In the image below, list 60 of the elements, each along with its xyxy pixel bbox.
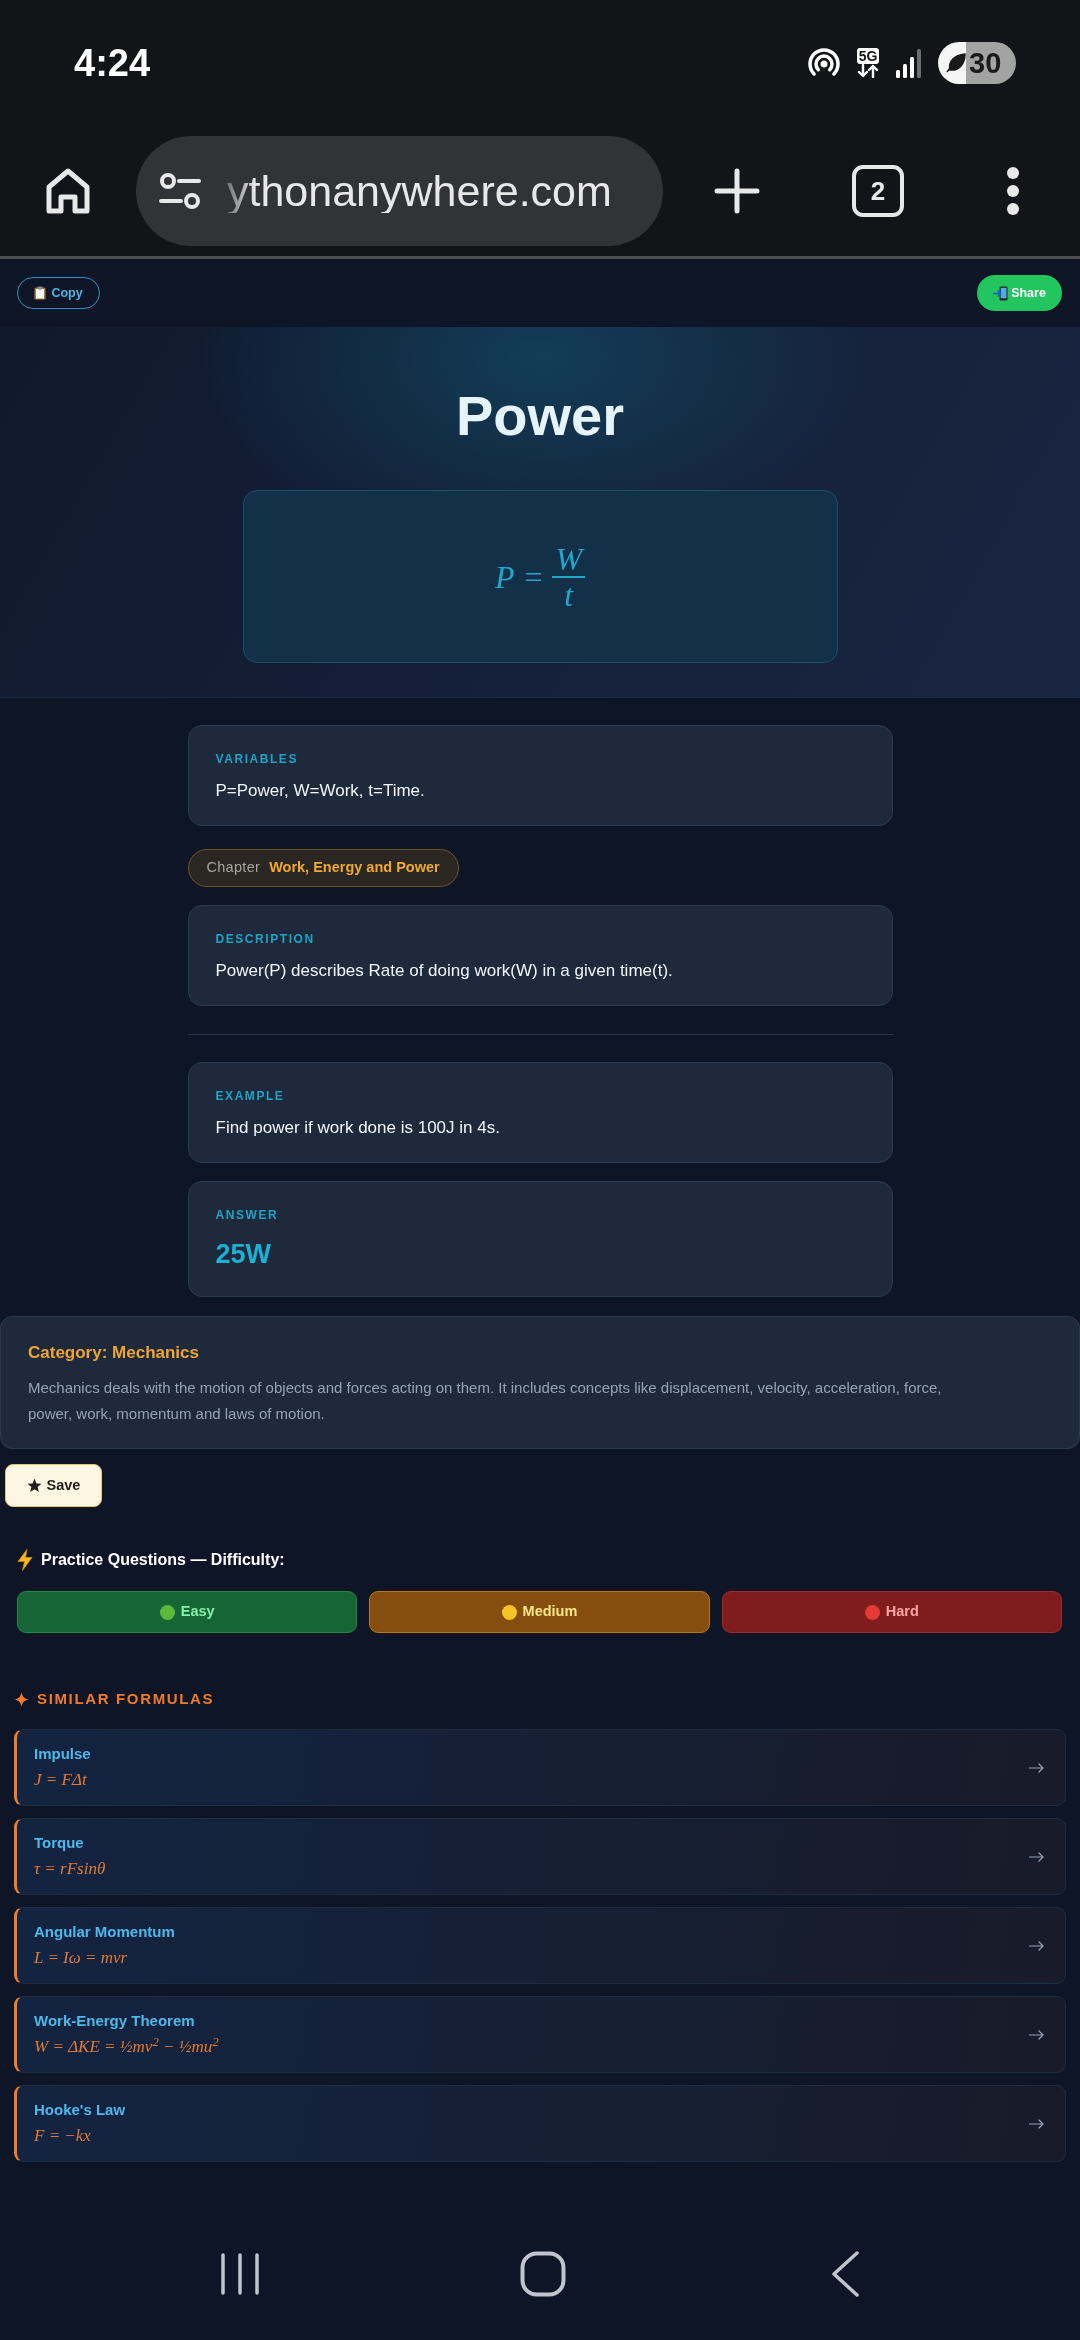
url-text: ythonanywhere.com: [227, 169, 612, 213]
hotspot-icon: [807, 48, 841, 78]
formula-card[interactable]: Angular Momentum L = Iω = mvr: [14, 1907, 1066, 1984]
clipboard-icon: [34, 286, 47, 300]
battery-level-text: 30: [969, 48, 1002, 78]
difficulty-button[interactable]: Hard: [721, 1591, 1062, 1633]
address-bar[interactable]: ythonanywhere.com: [136, 136, 663, 246]
formula-title: Hooke's Law: [34, 2100, 126, 2120]
phone-arrow-icon: [993, 285, 1009, 301]
page-title: Power: [455, 388, 625, 444]
arrow-icon: [1029, 2029, 1044, 2040]
formula-text: τ = rFsinθ: [34, 1858, 106, 1880]
section-label: EXAMPLE: [215, 1090, 286, 1103]
formula-title: Angular Momentum: [34, 1922, 175, 1942]
arrow-icon: [1029, 1762, 1044, 1773]
leaf-icon: [944, 51, 968, 75]
practice-heading: Practice Questions — Difficulty:: [41, 1550, 285, 1570]
formula-title: Torque: [34, 1833, 85, 1853]
category-title: Category: Mechanics: [28, 1342, 200, 1364]
formula-text: J = FΔt: [34, 1769, 88, 1791]
menu-icon[interactable]: [1006, 166, 1020, 216]
new-tab-icon[interactable]: [714, 168, 760, 214]
data-arrows-icon: [856, 64, 880, 78]
category-description: Mechanics deals with the motion of objects and forces acting on them. It includes concepts like displacement, velocity, acceleration, force, power, work, momentum and laws of motion.: [28, 1378, 943, 1424]
chapter-name: Work, Energy and Power: [269, 858, 440, 878]
section-label: ANSWER: [215, 1209, 280, 1222]
arrow-icon: [1029, 2118, 1044, 2129]
status-time: 4:24: [74, 44, 151, 82]
difficulty-button[interactable]: Medium: [369, 1591, 710, 1633]
section-heading: SIMILAR FORMULAS: [37, 1689, 215, 1709]
signal-icon: [895, 48, 923, 78]
save-button[interactable]: Save: [5, 1464, 102, 1507]
tune-icon[interactable]: [159, 172, 201, 210]
section-text: Power(P) describes Rate of doing work(W) in a given time(t).: [215, 960, 674, 982]
chapter-label: Chapter: [206, 858, 261, 878]
back-icon[interactable]: [831, 2251, 859, 2297]
formula-text: L = Iω = mvr: [34, 1947, 129, 1969]
formula-text: F = −kx: [34, 2125, 92, 2147]
section-text: Find power if work done is 100J in 4s.: [215, 1117, 501, 1139]
sparkle-icon: [14, 1691, 29, 1707]
formula-card[interactable]: Hooke's Law F = −kx: [14, 2085, 1066, 2162]
tab-switcher-button[interactable]: 2: [852, 165, 904, 217]
star-icon: [26, 1478, 42, 1493]
lightning-icon: [17, 1549, 33, 1571]
section-label: VARIABLES: [215, 753, 299, 766]
formula-title: Work-Energy Theorem: [34, 2011, 196, 2031]
formula-title: Impulse: [34, 1744, 91, 1764]
network-type-label: 5G: [856, 48, 880, 64]
arrow-icon: [1029, 1851, 1044, 1862]
formula-card[interactable]: Torque τ = rFsinθ: [14, 1818, 1066, 1895]
formula-card[interactable]: Work-Energy Theorem W = ΔKE = ½mv$^{2}$ − ½mu$^{2}$: [14, 1996, 1066, 2073]
difficulty-button[interactable]: Easy: [17, 1591, 358, 1633]
formula-text: W = ΔKE = ½mv$^{2}$ − ½mu$^{2}$: [34, 2036, 219, 2058]
answer-text: 25W: [215, 1238, 273, 1271]
arrow-icon: [1029, 1940, 1044, 1951]
home-icon[interactable]: [520, 2251, 566, 2297]
section-label: DESCRIPTION: [215, 933, 316, 946]
section-text: P=Power, W=Work, t=Time.: [215, 780, 426, 802]
formula-card[interactable]: Impulse J = FΔt: [14, 1729, 1066, 1806]
recent-apps-icon[interactable]: [220, 2252, 260, 2296]
